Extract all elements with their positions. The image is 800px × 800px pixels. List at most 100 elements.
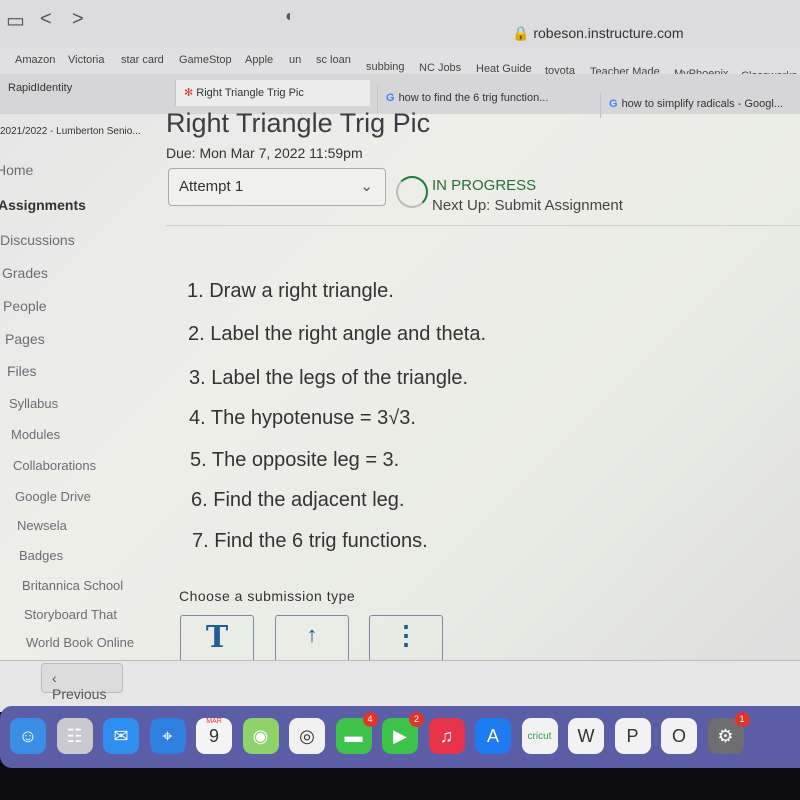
instruction-step: 3. Label the legs of the triangle.	[189, 367, 469, 389]
back-button[interactable]: <	[40, 8, 52, 31]
dock-system-preferences-icon[interactable]: ⚙ 1	[707, 712, 750, 754]
notification-badge: 4	[362, 712, 378, 727]
sidebar-item-discussions[interactable]: Discussions	[0, 232, 75, 248]
previous-label: Previous	[52, 686, 107, 702]
due-date: Due: Mon Mar 7, 2022 11:59pm	[166, 145, 363, 161]
dock-facetime-icon[interactable]: ▶ 2	[382, 712, 424, 754]
next-step-label: Next Up: Submit Assignment	[432, 197, 623, 214]
attempt-value: Attempt 1	[179, 178, 244, 195]
sidebar-item-syllabus[interactable]: Syllabus	[9, 396, 58, 411]
instruction-step: 6. Find the adjacent leg.	[191, 489, 405, 511]
status-label: IN PROGRESS	[432, 177, 537, 194]
app-glyph: W	[577, 725, 595, 746]
upload-button[interactable]: ↑	[275, 615, 349, 661]
app-glyph: O	[671, 725, 686, 746]
tab-label: how to simplify radicals - Googl...	[621, 98, 783, 110]
instruction-step: 7. Find the 6 trig functions.	[192, 530, 428, 552]
bookmark[interactable]: subbing	[366, 61, 405, 73]
app-glyph: 9	[208, 725, 219, 746]
dock-launchpad-icon[interactable]: ☷	[56, 718, 93, 754]
tab-simplify-radicals[interactable]: Ghow to simplify radicals - Googl...	[600, 92, 800, 118]
sidebar-item-google-drive[interactable]: Google Drive	[15, 489, 91, 504]
divider	[166, 225, 800, 226]
app-glyph: ▬	[344, 725, 363, 746]
app-glyph: ⚙	[717, 725, 734, 746]
sidebar-toggle-icon[interactable]: ▭	[6, 8, 25, 33]
sidebar-item-collaborations[interactable]: Collaborations	[13, 458, 96, 473]
dock-powerpoint-icon[interactable]: P	[614, 718, 651, 754]
more-icon: ⋮	[393, 620, 419, 650]
bookmark[interactable]: Apple	[245, 54, 273, 66]
google-icon: G	[609, 98, 618, 110]
app-glyph: ◎	[299, 725, 315, 746]
text-entry-button[interactable]: T	[180, 615, 254, 661]
course-name: 2021/2022 - Lumberton Senio...	[0, 126, 141, 137]
previous-button[interactable]: ‹ Previous	[41, 663, 123, 702]
app-glyph: ☷	[66, 725, 83, 746]
sidebar-item-people[interactable]: People	[3, 298, 47, 314]
macos-dock: ☺ ☷ ✉ ⌖ 9 MAR ◉ ◎ ▬ 4 ▶ 2 ♫ Acricut W P O ⚙ 1	[0, 706, 800, 768]
dock-messages-icon[interactable]: ▬ 4	[335, 712, 378, 754]
calendar-month: MAR	[206, 718, 222, 725]
instruction-step: 4. The hypotenuse = 3√3.	[189, 407, 416, 429]
app-glyph: ✉	[113, 725, 129, 746]
sidebar-item-britannica[interactable]: Britannica School	[22, 578, 123, 593]
tab-label: RapidIdentity	[8, 82, 73, 94]
more-options-button[interactable]: ⋮	[369, 615, 443, 661]
dock-music-icon[interactable]: ♫	[428, 718, 465, 754]
tab-rapididentity[interactable]: RapidIdentity	[0, 76, 135, 102]
app-glyph: P	[626, 725, 639, 746]
shield-icon[interactable]: ◐	[285, 8, 295, 26]
instruction-step: 2. Label the right angle and theta.	[188, 323, 487, 345]
instruction-step: 5. The opposite leg = 3.	[190, 449, 400, 471]
sidebar-item-files[interactable]: Files	[7, 363, 37, 379]
bookmark[interactable]: NC Jobs	[419, 62, 461, 74]
progress-ring-icon	[396, 176, 428, 208]
bookmark[interactable]: Victoria	[68, 54, 104, 66]
dock-word-icon[interactable]: W	[568, 718, 604, 754]
canvas-logo-icon: ✻	[184, 87, 194, 99]
dock-safari-icon[interactable]: ⌖	[149, 718, 186, 754]
upload-icon: ↑	[306, 622, 318, 647]
bookmark[interactable]: GameStop	[179, 54, 232, 66]
dock-chrome-icon[interactable]: ◎	[289, 718, 325, 754]
sidebar-item-newsela[interactable]: Newsela	[17, 518, 67, 533]
sidebar-item-assignments[interactable]: Assignments	[0, 197, 86, 213]
google-icon: G	[386, 92, 395, 104]
app-glyph: A	[486, 725, 499, 746]
notification-badge: 1	[734, 712, 750, 727]
dock-outlook-icon[interactable]: O	[661, 718, 697, 754]
dock-cricut-icon[interactable]: cricut	[521, 718, 558, 754]
tab-right-triangle[interactable]: ✻ Right Triangle Trig Pic	[175, 80, 370, 106]
dock-finder-icon[interactable]: ☺	[10, 718, 46, 754]
forward-button[interactable]: >	[72, 8, 84, 31]
sidebar-item-badges[interactable]: Badges	[19, 548, 63, 563]
app-glyph: cricut	[527, 730, 552, 742]
bookmark[interactable]: Amazon	[15, 54, 55, 66]
chevron-left-icon: ‹	[52, 670, 57, 686]
bookmark[interactable]: star card	[121, 54, 164, 66]
sidebar-item-pages[interactable]: Pages	[5, 331, 45, 347]
dock-maps-icon[interactable]: ◉	[242, 718, 279, 754]
instruction-step: 1. Draw a right triangle.	[187, 280, 394, 302]
app-glyph: ☺	[18, 725, 38, 746]
dock-app-store-icon[interactable]: A	[475, 718, 511, 754]
attempt-select[interactable]: Attempt 1 ⌄	[168, 168, 386, 206]
dock-calendar-icon[interactable]: 9 MAR	[196, 718, 232, 754]
notification-badge: 2	[409, 712, 424, 727]
sidebar-item-storyboard[interactable]: Storyboard That	[24, 607, 117, 622]
sidebar-item-grades[interactable]: Grades	[2, 265, 48, 281]
bookmark[interactable]: sc loan	[316, 54, 351, 66]
dock-mail-icon[interactable]: ✉	[103, 718, 139, 754]
browser-window: ▭ < > ◐ 🔒 robeson.instructure.com Amazon…	[0, 0, 800, 712]
app-glyph: ⌖	[162, 725, 173, 746]
tab-label: Right Triangle Trig Pic	[196, 87, 304, 99]
sidebar-item-world-book[interactable]: World Book Online	[26, 635, 134, 650]
tab-label: how to find the 6 trig function...	[398, 92, 549, 104]
address-bar[interactable]: 🔒 robeson.instructure.com	[512, 25, 684, 42]
sidebar-item-modules[interactable]: Modules	[11, 427, 60, 442]
toolbar: ▭ < > ◐ 🔒 robeson.instructure.com	[0, 0, 800, 48]
sidebar-item-home[interactable]: Home	[0, 162, 33, 178]
bookmark[interactable]: un	[289, 54, 301, 66]
url-text: robeson.instructure.com	[533, 25, 684, 41]
